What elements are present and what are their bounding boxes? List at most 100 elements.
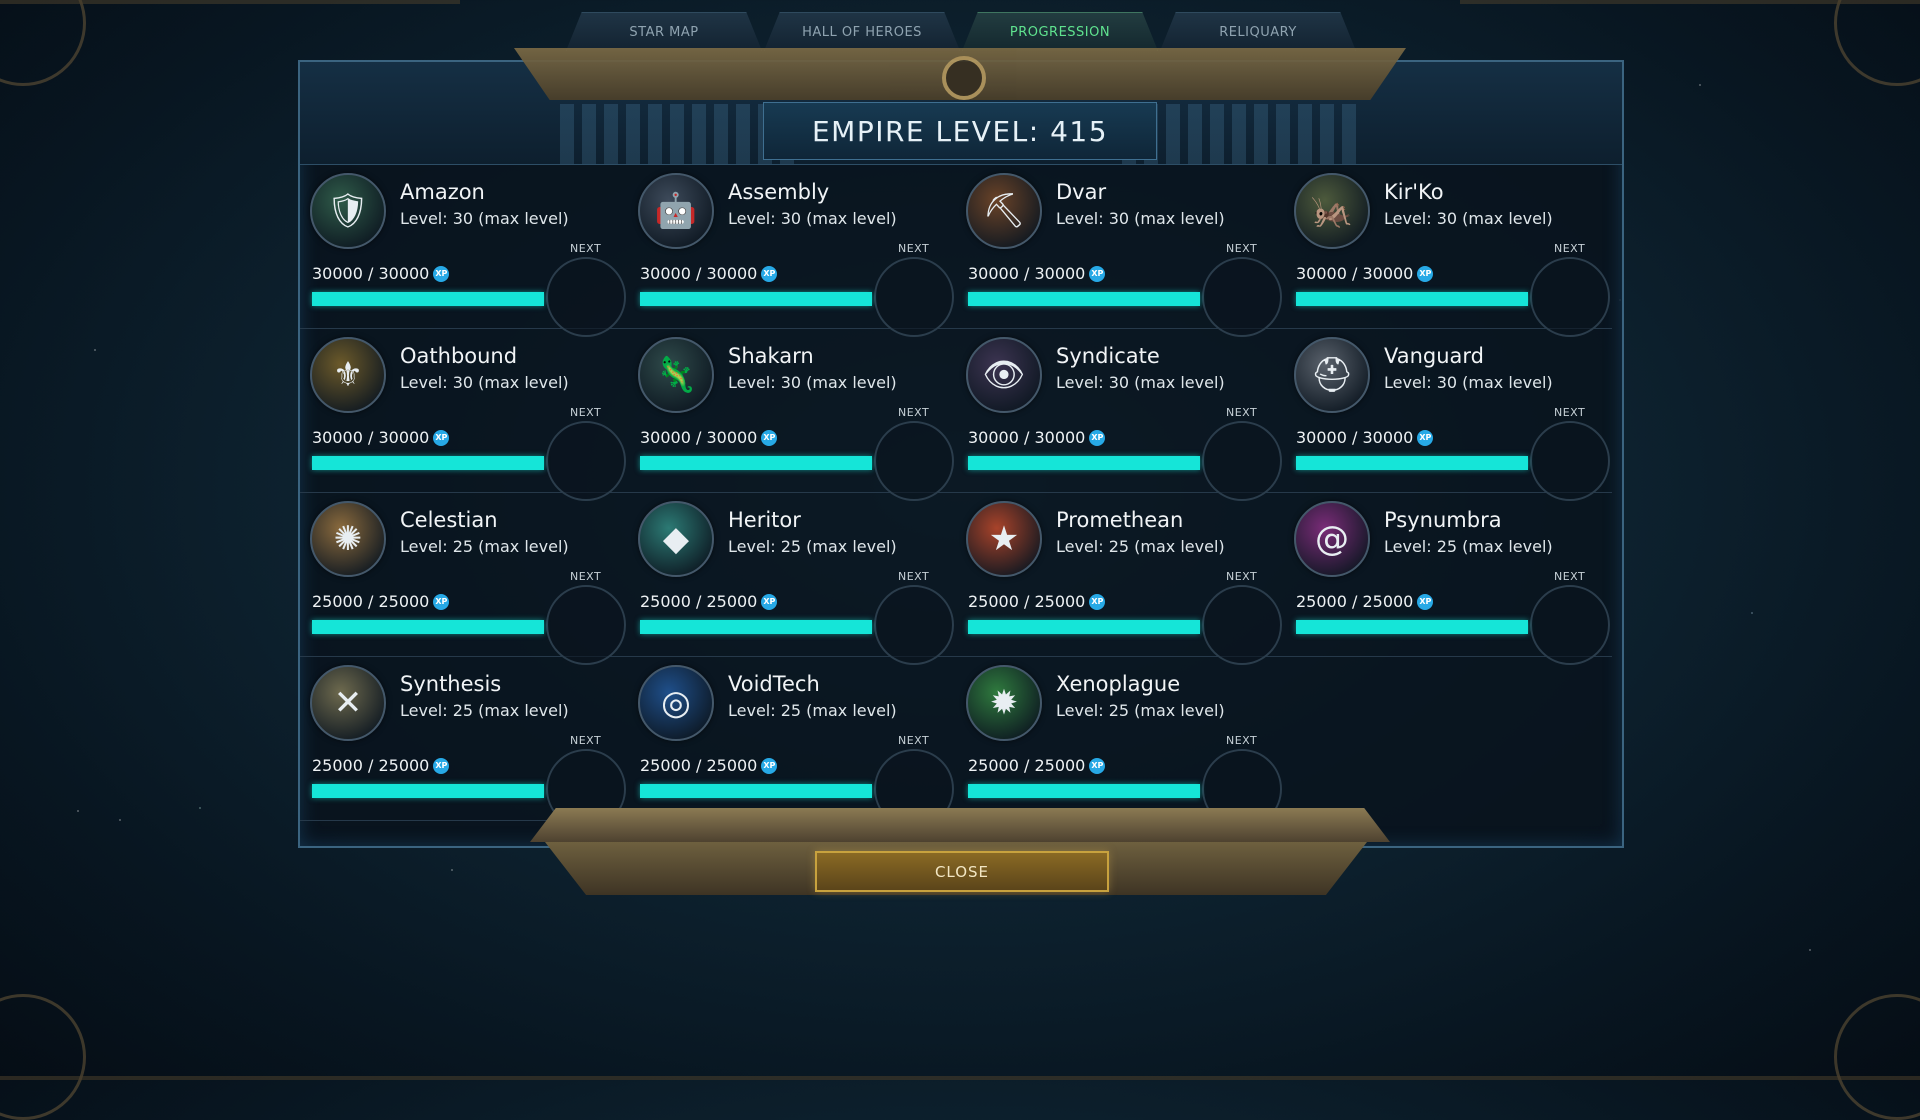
next-reward-slot[interactable] <box>1530 257 1610 337</box>
faction-level: Level: 30 (max level) <box>400 373 569 392</box>
shakarn-portrait-icon: 🦎 <box>638 337 714 413</box>
xp-value: 25000 / 25000 <box>968 592 1086 611</box>
faction-level: Level: 30 (max level) <box>1384 209 1553 228</box>
frame-edge <box>0 1076 1920 1080</box>
xp-readout: 25000 / 25000 XP <box>640 592 778 611</box>
bottom-ornament <box>530 808 1390 842</box>
frame-corner-ornament <box>1834 0 1920 86</box>
progression-panel: EMPIRE LEVEL: 415 🛡 Amazon Level: 30 (ma… <box>298 60 1624 848</box>
xp-value: 30000 / 30000 <box>312 428 430 447</box>
faction-name: Promethean <box>1056 508 1184 532</box>
xp-icon: XP <box>433 593 450 610</box>
faction-name: Vanguard <box>1384 344 1485 368</box>
xp-icon: XP <box>1089 593 1106 610</box>
promethean-emblem-icon: ★ <box>966 501 1042 577</box>
frame-corner-ornament <box>1834 994 1920 1120</box>
next-label: NEXT <box>898 406 930 419</box>
xp-progress-fill <box>968 784 1200 798</box>
next-label: NEXT <box>898 242 930 255</box>
xp-progress-bar <box>968 620 1200 634</box>
xp-progress-bar <box>312 784 544 798</box>
next-reward-slot[interactable] <box>1530 421 1610 501</box>
next-label: NEXT <box>570 406 602 419</box>
tab-star-map[interactable]: STAR MAP <box>566 12 762 51</box>
xp-progress-fill <box>640 456 872 470</box>
faction-card: ⛑ Vanguard Level: 30 (max level) NEXT 30… <box>1284 329 1612 501</box>
tab-hall-of-heroes[interactable]: HALL OF HEROES <box>764 12 960 51</box>
faction-level: Level: 25 (max level) <box>400 701 569 720</box>
faction-card: ⛏ Dvar Level: 30 (max level) NEXT 30000 … <box>956 165 1284 337</box>
tab-progression[interactable]: PROGRESSION <box>962 12 1158 51</box>
next-label: NEXT <box>898 734 930 747</box>
faction-card: ★ Promethean Level: 25 (max level) NEXT … <box>956 493 1284 665</box>
faction-level: Level: 25 (max level) <box>1056 701 1225 720</box>
xp-progress-bar <box>1296 456 1528 470</box>
next-reward-slot[interactable] <box>874 585 954 665</box>
frame-edge <box>0 0 460 4</box>
faction-name: Xenoplague <box>1056 672 1181 696</box>
faction-name: VoidTech <box>728 672 820 696</box>
faction-card: ◎ VoidTech Level: 25 (max level) NEXT 25… <box>628 657 956 829</box>
next-reward-slot[interactable] <box>874 257 954 337</box>
xp-progress-bar <box>968 784 1200 798</box>
faction-level: Level: 25 (max level) <box>728 701 897 720</box>
next-reward-slot[interactable] <box>546 585 626 665</box>
oathbound-portrait-icon: ⚜ <box>310 337 386 413</box>
faction-level: Level: 30 (max level) <box>728 373 897 392</box>
next-reward-slot[interactable] <box>1202 585 1282 665</box>
next-label: NEXT <box>1554 406 1586 419</box>
next-reward-slot[interactable] <box>1530 585 1610 665</box>
next-reward-slot[interactable] <box>546 421 626 501</box>
next-label: NEXT <box>1226 242 1258 255</box>
faction-name: Celestian <box>400 508 498 532</box>
xp-progress-bar <box>312 456 544 470</box>
top-ornament <box>514 48 1406 100</box>
xp-value: 25000 / 25000 <box>640 756 758 775</box>
xp-readout: 25000 / 25000 XP <box>1296 592 1434 611</box>
xp-progress-bar <box>1296 292 1528 306</box>
next-reward-slot[interactable] <box>1202 257 1282 337</box>
next-reward-slot[interactable] <box>1202 421 1282 501</box>
faction-level: Level: 30 (max level) <box>1056 373 1225 392</box>
synthesis-emblem-icon: ✕ <box>310 665 386 741</box>
faction-name: Assembly <box>728 180 830 204</box>
xp-readout: 30000 / 30000 XP <box>312 428 450 447</box>
faction-grid: 🛡 Amazon Level: 30 (max level) NEXT 3000… <box>300 165 1622 829</box>
faction-level: Level: 25 (max level) <box>400 537 569 556</box>
xp-icon: XP <box>1089 265 1106 282</box>
xp-progress-fill <box>640 620 872 634</box>
amazon-portrait-icon: 🛡 <box>310 173 386 249</box>
xp-value: 30000 / 30000 <box>312 264 430 283</box>
xp-readout: 30000 / 30000 XP <box>1296 428 1434 447</box>
faction-card: 🦗 Kir'Ko Level: 30 (max level) NEXT 3000… <box>1284 165 1612 337</box>
next-label: NEXT <box>1226 570 1258 583</box>
kirko-portrait-icon: 🦗 <box>1294 173 1370 249</box>
xp-value: 30000 / 30000 <box>640 428 758 447</box>
faction-card: 👁 Syndicate Level: 30 (max level) NEXT 3… <box>956 329 1284 501</box>
next-reward-slot[interactable] <box>546 257 626 337</box>
faction-card: ✕ Synthesis Level: 25 (max level) NEXT 2… <box>300 657 628 829</box>
heritor-emblem-icon: ◆ <box>638 501 714 577</box>
faction-name: Dvar <box>1056 180 1107 204</box>
xp-progress-fill <box>640 784 872 798</box>
xp-icon: XP <box>761 757 778 774</box>
frame-edge <box>1460 0 1920 4</box>
xp-value: 30000 / 30000 <box>1296 264 1414 283</box>
xp-icon: XP <box>761 429 778 446</box>
xp-readout: 30000 / 30000 XP <box>640 428 778 447</box>
xp-progress-fill <box>968 292 1200 306</box>
faction-name: Oathbound <box>400 344 518 368</box>
xp-icon: XP <box>1417 429 1434 446</box>
next-reward-slot[interactable] <box>874 421 954 501</box>
tab-reliquary[interactable]: RELIQUARY <box>1160 12 1356 51</box>
xp-readout: 30000 / 30000 XP <box>968 264 1106 283</box>
xp-icon: XP <box>1417 593 1434 610</box>
xp-readout: 25000 / 25000 XP <box>640 756 778 775</box>
xp-progress-bar <box>640 456 872 470</box>
close-button[interactable]: CLOSE <box>815 851 1109 892</box>
next-label: NEXT <box>570 570 602 583</box>
faction-card: ✹ Xenoplague Level: 25 (max level) NEXT … <box>956 657 1284 829</box>
assembly-portrait-icon: 🤖 <box>638 173 714 249</box>
xp-readout: 30000 / 30000 XP <box>1296 264 1434 283</box>
xp-progress-fill <box>1296 292 1528 306</box>
